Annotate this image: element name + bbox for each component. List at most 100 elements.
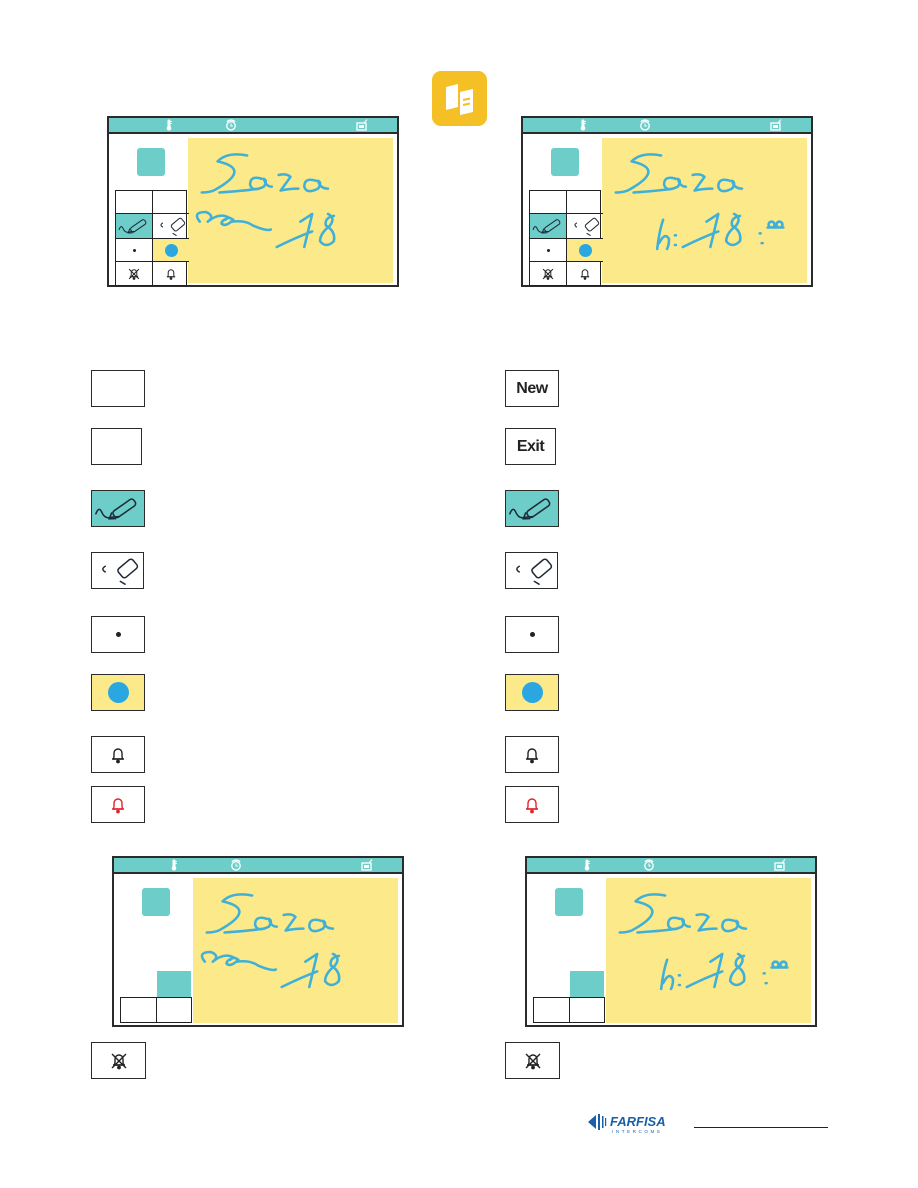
tool-empty[interactable] <box>153 191 189 214</box>
alarm-clock-icon[interactable] <box>639 119 651 131</box>
alarm-clock-icon[interactable] <box>230 859 242 871</box>
ink-stroke-line2 <box>200 950 240 967</box>
key-bell-muted-right[interactable] <box>505 1042 560 1079</box>
tool-empty[interactable] <box>570 998 605 1022</box>
tool-empty[interactable] <box>567 191 603 214</box>
key-eraser-right[interactable] <box>505 552 558 589</box>
bell-icon <box>108 745 128 765</box>
tool-eraser[interactable] <box>153 214 189 239</box>
big-dot-icon <box>521 682 543 703</box>
pen-icon <box>92 490 144 527</box>
big-dot-icon <box>578 243 592 257</box>
key-bell-red[interactable] <box>91 786 145 823</box>
tv-message-icon[interactable] <box>361 859 373 871</box>
screen-h1800-view: Sara h: 18:00 <box>525 856 817 1027</box>
tool-empty[interactable] <box>121 998 157 1022</box>
tool-pen[interactable] <box>116 214 153 239</box>
key-bell-red-right[interactable] <box>505 786 559 823</box>
key-pen-right[interactable] <box>505 490 559 527</box>
tool-empty[interactable] <box>530 191 567 214</box>
note-canvas[interactable]: Sara ore 18 <box>193 878 398 1023</box>
key-bell-right[interactable] <box>505 736 559 773</box>
bell-icon <box>164 267 178 281</box>
tool-small-dot[interactable] <box>116 239 153 262</box>
key-small-dot[interactable] <box>91 616 145 653</box>
key-eraser[interactable] <box>91 552 144 589</box>
ink-stroke-line2 <box>758 232 764 245</box>
ink-stroke-line2 <box>677 974 682 987</box>
tv-message-icon[interactable] <box>774 859 786 871</box>
bell-icon <box>578 267 592 281</box>
pen-icon <box>530 214 566 238</box>
ink-stroke-line1 <box>248 176 274 191</box>
new-button[interactable]: New <box>505 370 559 407</box>
selected-tool-highlight[interactable] <box>570 971 604 997</box>
tool-big-dot[interactable] <box>567 239 603 262</box>
tv-message-icon[interactable] <box>770 119 782 131</box>
handwritten-note: Sara ore 18 <box>200 893 341 989</box>
ink-stroke-line2 <box>230 219 273 232</box>
screen-ore18-view: Sara ore 18 <box>112 856 404 1027</box>
bell-muted-icon <box>541 267 555 281</box>
tool-row <box>533 997 605 1023</box>
exit-label: Exit <box>516 437 545 455</box>
key-blank-1[interactable] <box>91 370 145 407</box>
tool-pen[interactable] <box>530 214 567 239</box>
ink-stroke-line1 <box>282 913 305 932</box>
note-canvas[interactable]: Sara ore 18 <box>188 138 393 283</box>
note-canvas[interactable]: Sara h: 18:00 <box>606 878 811 1023</box>
tool-empty[interactable] <box>534 998 570 1022</box>
key-blank-2[interactable] <box>91 428 142 465</box>
tool-eraser[interactable] <box>567 214 603 239</box>
thermometer-icon[interactable] <box>163 119 175 131</box>
exit-button[interactable]: Exit <box>505 428 556 465</box>
ink-stroke-line1 <box>662 176 688 191</box>
handwritten-note: Sara ore 18 <box>195 153 336 249</box>
footer-divider <box>694 1127 828 1128</box>
color-swatch[interactable] <box>142 888 170 916</box>
ink-stroke-line2 <box>318 212 336 247</box>
handwritten-note: Sara h: 18:00 <box>614 153 785 251</box>
thermometer-icon[interactable] <box>577 119 589 131</box>
tool-bell-muted[interactable] <box>530 262 567 285</box>
note-canvas[interactable]: Sara h: 18:00 <box>602 138 807 283</box>
status-bar <box>114 858 402 874</box>
eraser-icon <box>567 214 603 238</box>
small-dot-icon <box>529 632 535 637</box>
tool-bell-muted[interactable] <box>116 262 153 285</box>
ink-stroke-line2 <box>195 210 235 227</box>
key-bell[interactable] <box>91 736 145 773</box>
key-big-dot-right[interactable] <box>505 674 559 711</box>
small-dot-icon <box>546 248 550 252</box>
key-bell-muted[interactable] <box>91 1042 146 1079</box>
tool-empty[interactable] <box>116 191 153 214</box>
notes-app-icon <box>432 71 487 126</box>
tool-bell[interactable] <box>567 262 603 285</box>
ink-stroke-line2 <box>235 959 278 972</box>
selected-tool-highlight[interactable] <box>157 971 191 997</box>
color-swatch[interactable] <box>551 148 579 176</box>
bell-icon <box>522 745 542 765</box>
tool-empty[interactable] <box>157 998 192 1022</box>
ink-stroke-line2 <box>724 212 742 247</box>
tool-big-dot[interactable] <box>153 239 189 262</box>
key-big-dot[interactable] <box>91 674 145 711</box>
alarm-clock-icon[interactable] <box>225 119 237 131</box>
tool-grid <box>529 190 603 286</box>
status-bar <box>109 118 397 134</box>
handwritten-note: Sara h: 18:00 <box>618 893 789 991</box>
tool-small-dot[interactable] <box>530 239 567 262</box>
tool-bell[interactable] <box>153 262 189 285</box>
key-small-dot-right[interactable] <box>505 616 559 653</box>
tv-message-icon[interactable] <box>356 119 368 131</box>
ink-stroke-line1 <box>695 913 718 932</box>
thermometer-icon[interactable] <box>581 859 593 871</box>
screen-h1800-editing: Sara h: 18:00 <box>521 116 813 287</box>
color-swatch[interactable] <box>137 148 165 176</box>
key-pen[interactable] <box>91 490 145 527</box>
thermometer-icon[interactable] <box>168 859 180 871</box>
color-swatch[interactable] <box>555 888 583 916</box>
ink-stroke-line2 <box>659 958 675 991</box>
alarm-clock-icon[interactable] <box>643 859 655 871</box>
eraser-icon <box>92 552 143 589</box>
